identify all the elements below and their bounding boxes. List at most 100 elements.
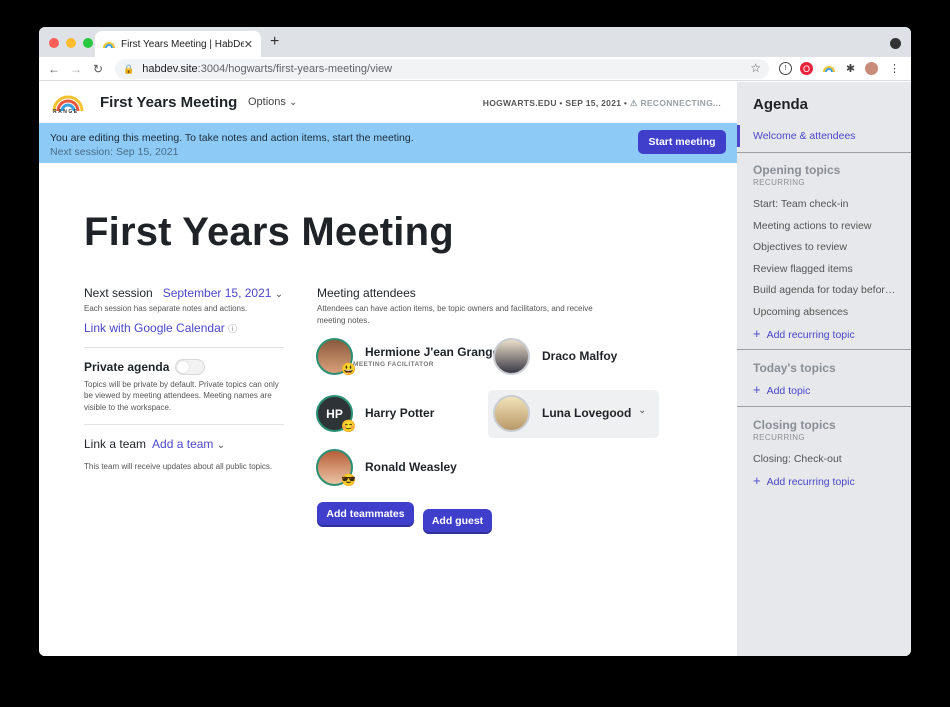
add-teammates-button[interactable]: Add teammates — [317, 502, 414, 525]
avatar: 😃 — [316, 338, 356, 376]
todays-topics-heading[interactable]: Today's topics — [753, 361, 836, 375]
tab-close-icon[interactable]: ✕ — [244, 38, 253, 51]
team-note: This team will receive updates about all… — [84, 462, 273, 471]
editing-banner: You are editing this meeting. To take no… — [39, 123, 737, 163]
private-agenda-note: Topics will be private by default. Priva… — [84, 379, 279, 412]
attendee-name: Harry Potter — [365, 406, 435, 420]
options-menu[interactable]: Options ⌄ — [248, 96, 297, 108]
reload-icon[interactable]: ↻ — [87, 62, 109, 76]
url-path: :3004/hogwarts/first-years-meeting/view — [197, 63, 393, 75]
header-title: First Years Meeting — [100, 94, 238, 111]
agenda-title: Agenda — [753, 96, 809, 113]
sidebar-item-topic[interactable]: Upcoming absences — [753, 306, 898, 318]
avatar — [493, 338, 530, 375]
warning-icon: ⚠ — [629, 98, 638, 108]
new-tab-icon[interactable]: + — [270, 33, 279, 51]
attendee-role: MEETING FACILITATOR — [353, 360, 434, 368]
google-calendar-link[interactable]: Link with Google Calendar ⓘ — [84, 321, 284, 335]
chevron-down-icon: ⌄ — [274, 289, 284, 300]
start-meeting-button[interactable]: Start meeting — [638, 130, 726, 154]
avatar: HP 😊 — [316, 395, 356, 433]
profile-avatar[interactable] — [865, 62, 878, 75]
browser-menu-icon[interactable]: ⋮ — [888, 62, 901, 75]
banner-message: You are editing this meeting. To take no… — [50, 132, 414, 144]
attendee-luna[interactable]: Luna Lovegood ⌄ — [493, 395, 646, 432]
sidebar-item-topic[interactable]: Review flagged items — [753, 263, 898, 275]
opening-topics-caption: RECURRING — [753, 178, 806, 187]
closing-topics-heading[interactable]: Closing topics — [753, 418, 836, 432]
attendees-subtitle: Attendees can have action items, be topi… — [317, 304, 593, 325]
add-team-value: Add a team — [152, 437, 214, 451]
org-date: HOGWARTS.EDU • SEP 15, 2021 • — [482, 98, 628, 108]
next-session-label: Next session — [84, 286, 153, 300]
maximize-window-button[interactable] — [83, 38, 93, 48]
app-header: RANGE First Years Meeting Options ⌄ HOGW… — [39, 82, 737, 123]
browser-window: First Years Meeting | HabDev ✕ + ← → ↻ 🔒… — [39, 27, 911, 656]
add-recurring-label: Add recurring topic — [766, 476, 855, 488]
logo-text: RANGE — [53, 109, 79, 115]
attendee-ronald[interactable]: 😎 Ronald Weasley — [316, 449, 457, 487]
add-topic-label: Add topic — [766, 385, 811, 397]
attendees-heading: Meeting attendees — [317, 286, 416, 300]
add-recurring-topic-button[interactable]: + Add recurring topic — [753, 473, 855, 488]
avatar: 😎 — [316, 449, 356, 487]
attendee-draco[interactable]: Draco Malfoy — [493, 338, 617, 375]
calendar-link-label: Link with Google Calendar — [84, 320, 225, 335]
opera-extension-icon[interactable]: O — [800, 62, 813, 75]
sidebar-item-welcome[interactable]: Welcome & attendees — [753, 130, 898, 142]
avatar — [493, 395, 530, 432]
page-title: First Years Meeting — [84, 210, 454, 254]
private-agenda-label: Private agenda — [84, 359, 170, 374]
sidebar-divider — [737, 152, 911, 153]
window-controls — [49, 38, 93, 48]
attendee-hermione[interactable]: 😃 Hermione J'ean Granger MEETING FACILIT… — [316, 338, 504, 376]
attendee-menu-chevron-icon[interactable]: ⌄ — [638, 405, 646, 416]
sidebar-item-topic[interactable]: Build agenda for today befor… — [753, 284, 898, 296]
plus-icon: + — [753, 382, 761, 397]
tab-search-icon[interactable] — [890, 38, 901, 49]
emoji-badge: 😊 — [341, 419, 356, 433]
next-session-picker[interactable]: September 15, 2021 ⌄ — [163, 286, 283, 300]
sidebar-item-topic[interactable]: Start: Team check-in — [753, 198, 898, 210]
meeting-meta: HOGWARTS.EDU • SEP 15, 2021 • ⚠ RECONNEC… — [483, 98, 721, 109]
closing-topics-caption: RECURRING — [753, 433, 806, 442]
attendee-name: Ronald Weasley — [365, 460, 457, 474]
bookmark-star-icon[interactable]: ☆ — [750, 61, 761, 75]
toggle-knob — [177, 360, 190, 373]
attendee-name: Draco Malfoy — [542, 349, 618, 363]
back-icon[interactable]: ← — [43, 62, 65, 76]
options-label: Options — [248, 96, 286, 108]
app: RANGE First Years Meeting Options ⌄ HOGW… — [39, 82, 911, 656]
add-team-dropdown[interactable]: Add a team ⌄ — [152, 437, 225, 451]
extensions-puzzle-icon[interactable]: ✱ — [844, 62, 857, 75]
attendee-harry[interactable]: HP 😊 Harry Potter — [316, 395, 435, 433]
range-extension-icon[interactable] — [822, 62, 835, 75]
add-recurring-label: Add recurring topic — [766, 329, 855, 341]
sidebar-divider — [737, 349, 911, 350]
divider — [84, 424, 284, 425]
minimize-window-button[interactable] — [66, 38, 76, 48]
opening-topics-heading[interactable]: Opening topics — [753, 163, 840, 177]
add-guest-button[interactable]: Add guest — [423, 509, 492, 532]
connection-status: RECONNECTING... — [640, 98, 721, 108]
agenda-sidebar: Agenda Welcome & attendees Opening topic… — [737, 82, 911, 656]
browser-tab[interactable]: First Years Meeting | HabDev ✕ — [95, 31, 261, 57]
plus-icon: + — [753, 473, 761, 488]
url-bar[interactable]: 🔒 habdev.site:3004/hogwarts/first-years-… — [115, 59, 769, 79]
add-topic-button[interactable]: + Add topic — [753, 382, 810, 397]
sidebar-divider — [737, 406, 911, 407]
private-agenda-toggle[interactable] — [175, 358, 206, 375]
banner-next-session: Next session: Sep 15, 2021 — [50, 146, 179, 158]
main-content: RANGE First Years Meeting Options ⌄ HOGW… — [39, 82, 737, 656]
extension-info-icon[interactable]: ! — [779, 62, 792, 75]
chevron-down-icon: ⌄ — [216, 440, 226, 451]
active-indicator — [737, 125, 740, 147]
forward-icon[interactable]: → — [65, 62, 87, 76]
add-recurring-topic-button[interactable]: + Add recurring topic — [753, 326, 855, 341]
sidebar-item-topic[interactable]: Closing: Check-out — [753, 453, 898, 465]
lock-icon: 🔒 — [123, 63, 135, 74]
sidebar-item-topic[interactable]: Objectives to review — [753, 241, 898, 253]
link-team-label: Link a team — [84, 437, 147, 451]
close-window-button[interactable] — [49, 38, 59, 48]
sidebar-item-topic[interactable]: Meeting actions to review — [753, 220, 898, 232]
